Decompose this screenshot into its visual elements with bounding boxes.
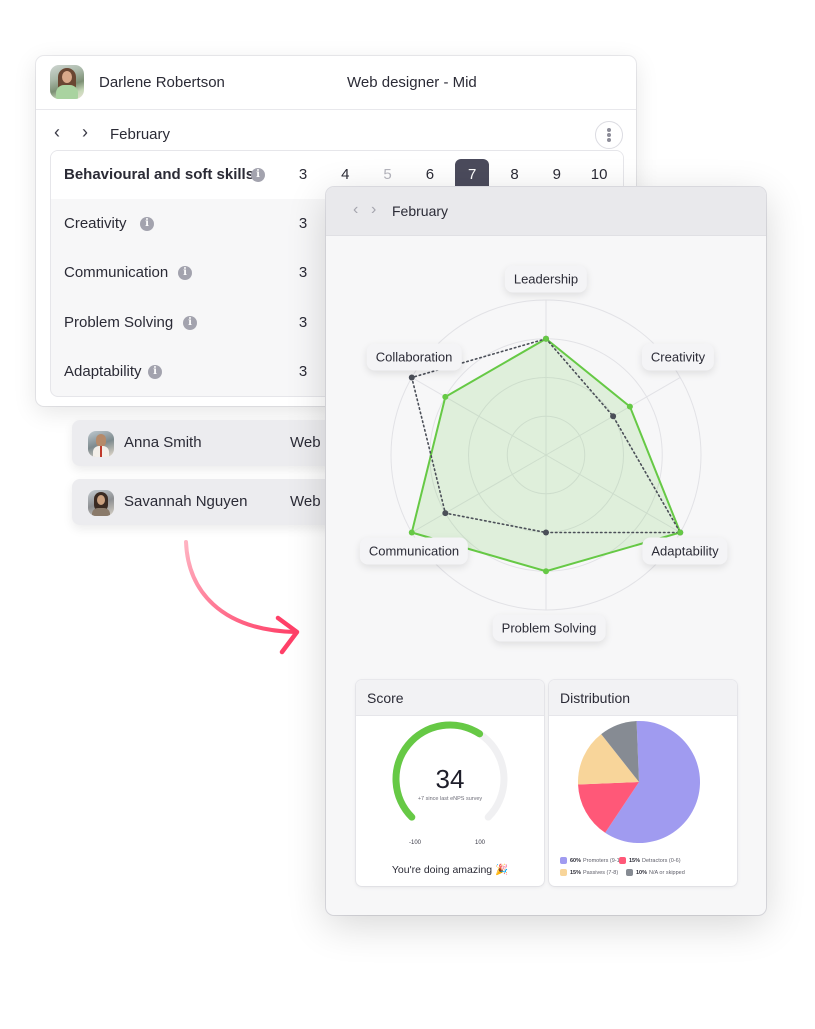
radar-point-current <box>543 335 549 342</box>
legend-percent: 60% <box>570 857 582 864</box>
employee-avatar <box>50 65 84 99</box>
person-role: Web I <box>290 434 329 451</box>
skill-label: Creativity <box>64 215 127 232</box>
skill-label: Adaptability <box>64 362 142 380</box>
distribution-card-header: Distribution <box>549 680 737 716</box>
radar-point-current <box>677 529 684 536</box>
chevron-right-icon[interactable]: › <box>82 123 96 141</box>
legend-label: N/A or skipped <box>649 869 685 876</box>
legend-swatch <box>626 869 633 876</box>
person-name: Savannah Nguyen <box>124 493 248 510</box>
skill-value: 3 <box>298 215 308 232</box>
radar-point-previous <box>442 510 449 517</box>
person-row[interactable]: Savannah Nguyen Web I <box>72 479 342 525</box>
overview-header: ‹ › February <box>326 187 766 236</box>
legend-swatch <box>560 857 567 864</box>
person-row[interactable]: Anna Smith Web I <box>72 420 342 466</box>
gauge-min-label: -100 <box>409 840 422 846</box>
more-options-button[interactable] <box>595 121 623 149</box>
rating-option[interactable]: 3 <box>286 166 320 183</box>
legend-percent: 15% <box>629 857 641 864</box>
radar-point-previous <box>408 374 415 381</box>
info-icon[interactable]: i <box>251 168 265 182</box>
legend-item: 15% Detractors (0-6) <box>619 857 681 864</box>
info-icon[interactable]: i <box>183 315 197 330</box>
chevron-left-icon[interactable]: ‹ <box>54 123 68 141</box>
rating-option[interactable]: 6 <box>413 166 447 183</box>
legend-item: 60% Promoters (9-10) <box>560 857 625 864</box>
rating-option[interactable]: 8 <box>498 166 532 183</box>
skill-value: 3 <box>298 362 308 380</box>
distribution-title: Distribution <box>560 690 631 706</box>
chevron-right-icon[interactable]: › <box>371 201 376 219</box>
radar-axis-label: Communication <box>359 537 469 565</box>
skill-label: Communication <box>64 264 169 282</box>
score-title: Score <box>367 690 404 706</box>
skills-overview-card: ‹ › February Leadership Creativity Adaptab… <box>326 187 766 915</box>
legend-label: Passives (7-8) <box>583 869 619 876</box>
skill-value: 3 <box>298 264 308 282</box>
radar-chart <box>390 299 702 611</box>
skill-label: Problem Solving <box>64 313 174 331</box>
arrow-icon <box>184 540 300 655</box>
legend-item: 15% Passives (7-8) <box>560 869 618 876</box>
radar-series-current <box>410 337 682 573</box>
info-icon[interactable]: i <box>140 217 154 231</box>
legend-percent: 15% <box>570 869 582 876</box>
radar-axis-label: Leadership <box>504 265 588 293</box>
radar-axis-label: Collaboration <box>366 343 462 371</box>
gauge-max-label: 100 <box>475 840 486 846</box>
score-value: 34 <box>435 764 465 794</box>
info-icon[interactable]: i <box>148 364 162 379</box>
legend-percent: 10% <box>636 869 648 876</box>
distribution-card: Distribution 60% Promoters (9-10) 15% Detra… <box>549 680 737 886</box>
legend-label: Detractors (0-6) <box>642 857 681 864</box>
employee-header: Darlene Robertson Web designer - Mid <box>36 56 636 110</box>
person-avatar <box>88 431 114 457</box>
rating-option[interactable]: 9 <box>540 166 574 183</box>
score-card: Score 34 +7 since last eNPS survey -100 … <box>356 680 544 886</box>
radar-axis-label: Adaptability <box>642 537 728 565</box>
radar-point-previous <box>610 413 617 420</box>
employee-role: Web designer - Mid <box>347 74 477 91</box>
person-name: Anna Smith <box>124 434 202 451</box>
score-delta: +7 since last eNPS survey <box>417 796 483 802</box>
radar-point-current <box>626 403 633 410</box>
score-message: You're doing amazing 🎉 <box>391 864 509 876</box>
month-label: February <box>110 126 171 143</box>
legend-item: 10% N/A or skipped <box>626 869 685 876</box>
rating-option[interactable]: 10 <box>582 166 616 183</box>
employee-name: Darlene Robertson <box>99 74 225 91</box>
radar-point-current <box>408 529 415 536</box>
info-icon[interactable]: i <box>178 266 192 281</box>
person-avatar <box>88 490 114 516</box>
section-label: Behavioural and soft skills <box>64 166 255 183</box>
radar-axis-label: Problem Solving <box>492 614 606 642</box>
score-card-header: Score <box>356 680 544 716</box>
legend-swatch <box>560 869 567 876</box>
rating-option[interactable]: 4 <box>328 166 362 183</box>
person-role: Web I <box>290 493 329 510</box>
legend-swatch <box>619 857 626 864</box>
radar-point-current <box>442 393 449 400</box>
skill-value: 3 <box>298 313 308 331</box>
chevron-left-icon[interactable]: ‹ <box>353 201 358 219</box>
distribution-pie <box>578 721 700 843</box>
radar-point-current <box>543 568 549 575</box>
radar-point-previous <box>543 529 549 536</box>
rating-option[interactable]: 5 <box>371 166 405 183</box>
radar-axis-label: Creativity <box>641 343 715 371</box>
month-label: February <box>392 203 449 219</box>
